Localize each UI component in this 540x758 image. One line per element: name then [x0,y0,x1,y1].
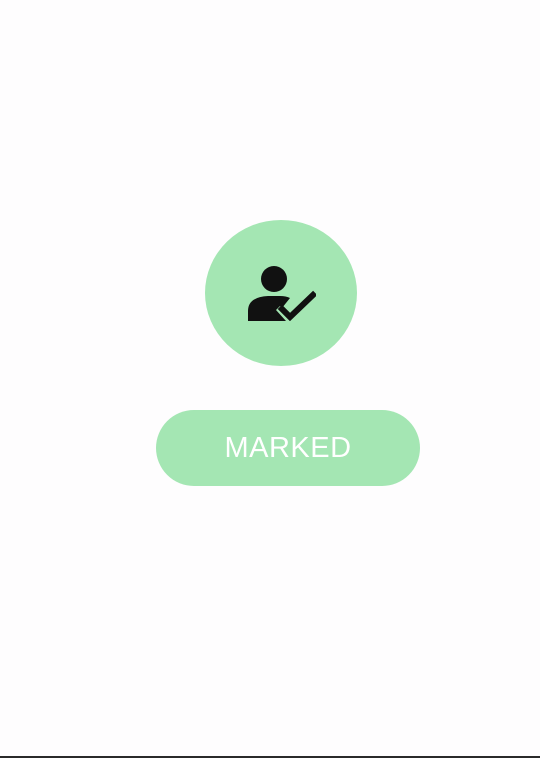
marked-button[interactable]: MARKED [156,410,420,486]
attendance-screen: MARKED [0,0,540,758]
status-circle [205,220,357,366]
person-check-icon [248,266,316,321]
